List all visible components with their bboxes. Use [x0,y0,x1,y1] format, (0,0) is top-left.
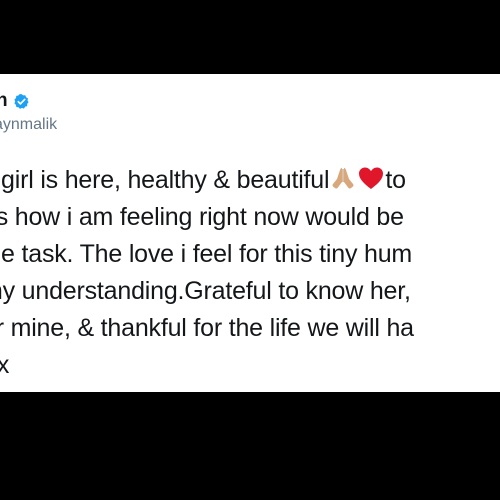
tweet-card: n aynmalik y girl is here, healthy & bea… [0,74,500,392]
tweet-line-1-tail: to [385,166,406,194]
tweet-line-3: ble task. The love i feel for this tiny … [0,240,413,268]
tweet-line-5: er mine, & thankful for the life we will… [0,314,414,342]
author-name-row: n [0,90,57,112]
screenshot-frame: n aynmalik y girl is here, healthy & bea… [0,0,500,500]
tweet-line-1: y girl is here, healthy & beautiful to [0,162,500,199]
tweet-line-2: ds how i am feeling right now would be [0,203,404,231]
author-handle[interactable]: aynmalik [0,115,57,135]
author-display-name[interactable]: n [0,90,8,112]
tweet-line-4: my understanding.Grateful to know her, [0,277,411,305]
tweet-text: y girl is here, healthy & beautiful to d… [0,162,500,384]
folded-hands-icon [329,164,357,192]
red-heart-icon [357,164,385,192]
verified-badge-icon [13,93,30,110]
tweet-line-1-text: y girl is here, healthy & beautiful [0,166,330,194]
tweet-author: n aynmalik [0,90,57,135]
tweet-line-6: r x [0,351,10,379]
